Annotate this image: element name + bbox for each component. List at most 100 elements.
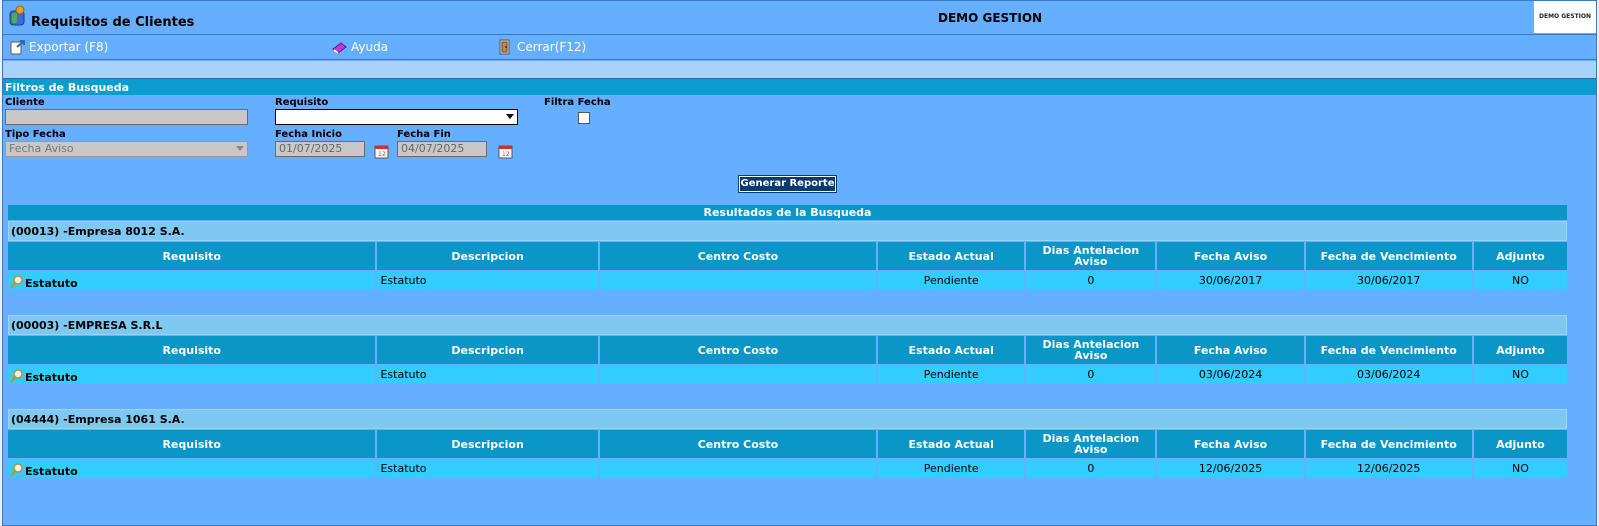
title-bar: Requisitos de Clientes DEMO GESTION DEMO… (3, 1, 1596, 33)
col-requisito: Requisito (8, 242, 376, 270)
calendar-icon[interactable]: 12 (498, 143, 514, 159)
export-button[interactable]: Exportar (F8) (9, 39, 108, 55)
col-dias-antelacion: Dias Antelacion Aviso (1026, 336, 1156, 364)
requisito-value: Estatuto (25, 465, 78, 478)
door-exit-icon (499, 39, 510, 55)
tipo-fecha-select[interactable]: Fecha Aviso (5, 141, 248, 157)
col-adjunto: Adjunto (1473, 336, 1567, 364)
col-adjunto: Adjunto (1473, 430, 1567, 458)
tipo-fecha-value: Fecha Aviso (9, 142, 74, 155)
group-title: (04444) -Empresa 1061 S.A. (8, 409, 1567, 429)
descripcion-cell: Estatuto (377, 365, 598, 384)
page-title: Requisitos de Clientes (31, 15, 195, 30)
table-header-row: Requisito Descripcion Centro Costo Estad… (8, 336, 1567, 364)
col-dias-antelacion: Dias Antelacion Aviso (1026, 242, 1156, 270)
descripcion-cell: Estatuto (377, 271, 598, 290)
generate-report-button[interactable]: Generar Reporte (738, 175, 837, 193)
table-row: Estatuto Estatuto Pendiente 0 03/06/2024… (8, 365, 1567, 384)
table-header-row: Requisito Descripcion Centro Costo Estad… (8, 430, 1567, 458)
col-centro-costo: Centro Costo (599, 336, 877, 364)
requisito-cell[interactable]: Estatuto (8, 271, 376, 290)
fecha-venc-cell: 12/06/2025 (1305, 459, 1472, 478)
requisito-value: Estatuto (25, 371, 78, 384)
adjunto-cell: NO (1473, 365, 1567, 384)
chevron-down-icon (506, 114, 514, 119)
col-fecha-aviso: Fecha Aviso (1157, 336, 1304, 364)
close-button[interactable]: Cerrar(F12) (497, 39, 586, 55)
fecha-aviso-cell: 03/06/2024 (1157, 365, 1304, 384)
fecha-venc-cell: 30/06/2017 (1305, 271, 1472, 290)
col-fecha-aviso: Fecha Aviso (1157, 242, 1304, 270)
export-label: Exportar (F8) (29, 40, 109, 54)
fecha-venc-cell: 03/06/2024 (1305, 365, 1472, 384)
results-table: Requisito Descripcion Centro Costo Estad… (6, 241, 1569, 291)
table-row: Estatuto Estatuto Pendiente 0 12/06/2025… (8, 459, 1567, 478)
adjunto-cell: NO (1473, 271, 1567, 290)
results-group: (00003) -EMPRESA S.R.L Requisito Descrip… (8, 315, 1567, 385)
app-logo-icon (9, 5, 25, 26)
requisito-label: Requisito (275, 97, 329, 108)
company-name: DEMO GESTION (938, 11, 1043, 25)
dias-cell: 0 (1026, 271, 1156, 290)
separator-strip (3, 61, 1596, 78)
col-adjunto: Adjunto (1473, 242, 1567, 270)
magnifier-icon[interactable] (10, 369, 24, 383)
group-title: (00003) -EMPRESA S.R.L (8, 315, 1567, 335)
centro-costo-cell (599, 271, 877, 290)
estado-cell: Pendiente (878, 459, 1025, 478)
help-button[interactable]: Ayuda (331, 39, 388, 55)
filters-header: Filtros de Busqueda (3, 78, 1596, 95)
help-label: Ayuda (351, 40, 389, 54)
estado-cell: Pendiente (878, 365, 1025, 384)
export-icon (10, 40, 25, 55)
col-dias-antelacion: Dias Antelacion Aviso (1026, 430, 1156, 458)
centro-costo-cell (599, 365, 877, 384)
results-header: Resultados de la Busqueda (8, 205, 1567, 220)
col-descripcion: Descripcion (377, 242, 598, 270)
col-fecha-aviso: Fecha Aviso (1157, 430, 1304, 458)
requisito-cell[interactable]: Estatuto (8, 459, 376, 478)
toolbar: Exportar (F8) Ayuda Cerrar(F12) (3, 34, 1596, 60)
svg-text:12: 12 (378, 151, 386, 158)
tipo-fecha-label: Tipo Fecha (5, 129, 66, 140)
col-estado-actual: Estado Actual (878, 242, 1025, 270)
requisito-cell[interactable]: Estatuto (8, 365, 376, 384)
dias-cell: 0 (1026, 459, 1156, 478)
results-group: (04444) -Empresa 1061 S.A. Requisito Des… (8, 409, 1567, 479)
fecha-inicio-label: Fecha Inicio (275, 129, 342, 140)
results-group: (00013) -Empresa 8012 S.A. Requisito Des… (8, 221, 1567, 291)
requisito-value: Estatuto (25, 277, 78, 290)
col-estado-actual: Estado Actual (878, 430, 1025, 458)
group-title: (00013) -Empresa 8012 S.A. (8, 221, 1567, 241)
calendar-icon[interactable]: 12 (374, 143, 390, 159)
table-row: Estatuto Estatuto Pendiente 0 30/06/2017… (8, 271, 1567, 290)
col-estado-actual: Estado Actual (878, 336, 1025, 364)
cliente-input[interactable] (5, 109, 248, 125)
col-fecha-vencimiento: Fecha de Vencimiento (1305, 336, 1472, 364)
col-requisito: Requisito (8, 430, 376, 458)
col-fecha-vencimiento: Fecha de Vencimiento (1305, 242, 1472, 270)
col-descripcion: Descripcion (377, 430, 598, 458)
filtra-fecha-label: Filtra Fecha (544, 97, 611, 108)
close-label: Cerrar(F12) (517, 40, 587, 54)
filtra-fecha-checkbox[interactable] (578, 112, 590, 124)
requisito-select[interactable] (275, 109, 518, 125)
chevron-down-icon (236, 146, 244, 151)
magnifier-icon[interactable] (10, 463, 24, 477)
main-window: Requisitos de Clientes DEMO GESTION DEMO… (2, 0, 1597, 526)
fecha-fin-label: Fecha Fin (397, 129, 451, 140)
cliente-label: Cliente (5, 97, 45, 108)
dias-cell: 0 (1026, 365, 1156, 384)
centro-costo-cell (599, 459, 877, 478)
col-descripcion: Descripcion (377, 336, 598, 364)
col-centro-costo: Centro Costo (599, 430, 877, 458)
col-requisito: Requisito (8, 336, 376, 364)
col-centro-costo: Centro Costo (599, 242, 877, 270)
magnifier-icon[interactable] (10, 275, 24, 289)
table-header-row: Requisito Descripcion Centro Costo Estad… (8, 242, 1567, 270)
company-logo: DEMO GESTION (1534, 1, 1596, 33)
fecha-fin-input[interactable]: 04/07/2025 (397, 141, 487, 157)
fecha-inicio-input[interactable]: 01/07/2025 (275, 141, 365, 157)
svg-text:12: 12 (502, 151, 510, 158)
fecha-aviso-cell: 12/06/2025 (1157, 459, 1304, 478)
